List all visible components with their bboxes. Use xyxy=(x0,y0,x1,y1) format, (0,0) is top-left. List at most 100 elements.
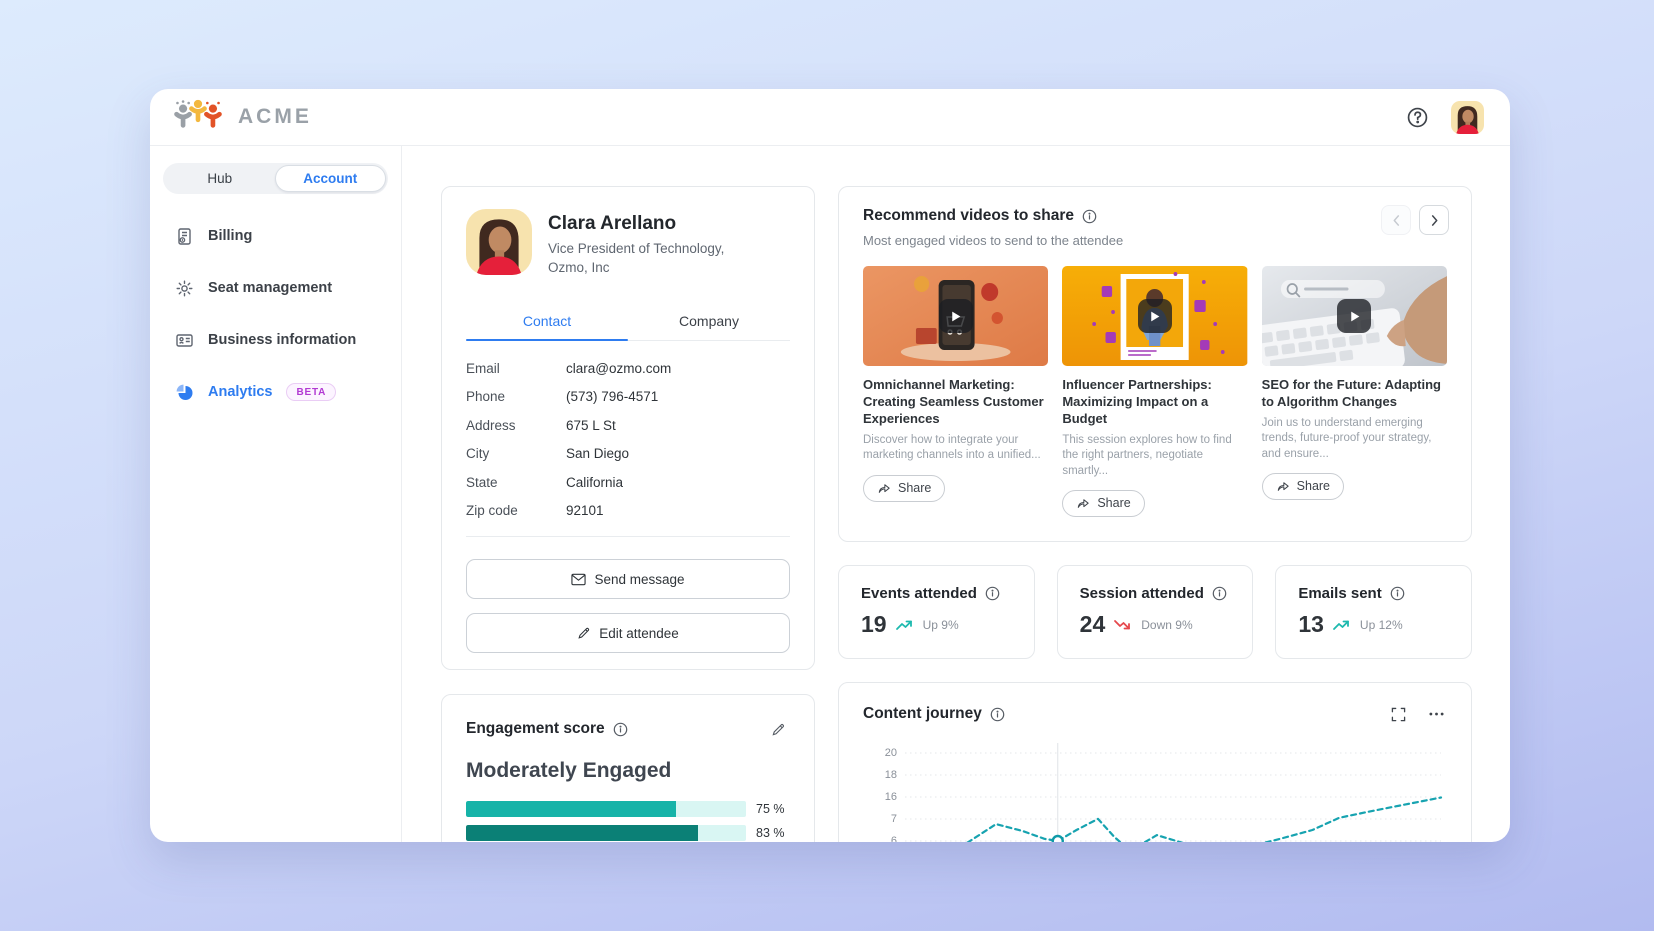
sidebar-item-label: Billing xyxy=(208,228,252,244)
tab-contact[interactable]: Contact xyxy=(466,304,628,340)
field-state: State California xyxy=(466,475,790,490)
send-message-label: Send message xyxy=(594,572,684,587)
stat-trend: Down 9% xyxy=(1141,618,1192,632)
engagement-bar-fill xyxy=(466,825,698,841)
field-zip-code: Zip code 92101 xyxy=(466,503,790,518)
tab-account[interactable]: Account xyxy=(275,165,387,192)
content-journey-card: Content journey xyxy=(838,682,1472,842)
engagement-bar-track xyxy=(466,801,746,817)
y-tick: 18 xyxy=(885,769,897,781)
pencil-icon xyxy=(577,626,591,640)
hover-point-marker[interactable] xyxy=(1053,836,1063,842)
question-circle-icon xyxy=(1407,107,1428,128)
app-window: ACME xyxy=(150,89,1510,842)
stat-label: Emails sent xyxy=(1298,585,1381,602)
carousel-next-button[interactable] xyxy=(1419,205,1449,235)
video-grid: Omnichannel Marketing: Creating Seamless… xyxy=(863,266,1447,517)
journey-title: Content journey xyxy=(863,705,982,723)
help-button[interactable] xyxy=(1401,101,1433,133)
stat-trend: Up 9% xyxy=(923,618,959,632)
video-title[interactable]: Omnichannel Marketing: Creating Seamless… xyxy=(863,377,1048,428)
user-avatar[interactable] xyxy=(1451,101,1484,134)
brand: ACME xyxy=(170,98,312,136)
sidebar-item-seat-management[interactable]: Seat management xyxy=(163,262,388,314)
sidebar: Hub Account Billing xyxy=(150,146,402,842)
share-icon xyxy=(1076,497,1090,509)
field-value: California xyxy=(566,475,623,490)
share-button[interactable]: Share xyxy=(1262,473,1344,500)
field-label: City xyxy=(466,446,566,461)
edit-attendee-label: Edit attendee xyxy=(599,626,679,641)
stat-card-emails-sent: Emails sent 13 Up 12% xyxy=(1275,565,1472,659)
sidebar-item-business-information[interactable]: Business information xyxy=(163,314,388,366)
sidebar-item-label: Analytics xyxy=(208,384,272,400)
sidebar-item-billing[interactable]: Billing xyxy=(163,210,388,262)
info-icon[interactable] xyxy=(990,707,1005,722)
send-message-button[interactable]: Send message xyxy=(466,559,790,599)
video-card: SEO for the Future: Adapting to Algorith… xyxy=(1262,266,1447,517)
trend-up-icon xyxy=(1332,618,1352,632)
videos-subtitle: Most engaged videos to send to the atten… xyxy=(863,233,1447,248)
main-content: Clara Arellano Vice President of Technol… xyxy=(402,146,1510,842)
more-options-button[interactable] xyxy=(1425,703,1447,725)
sidebar-item-analytics[interactable]: Analytics BETA xyxy=(163,366,388,418)
video-thumbnail[interactable] xyxy=(1262,266,1447,366)
ellipsis-icon xyxy=(1429,712,1444,716)
invoice-icon xyxy=(175,227,194,246)
info-icon[interactable] xyxy=(1212,586,1227,601)
share-icon xyxy=(1276,480,1290,492)
info-icon[interactable] xyxy=(1082,209,1097,224)
stat-value: 19 xyxy=(861,611,887,638)
pencil-icon xyxy=(771,722,786,737)
field-value: 92101 xyxy=(566,503,604,518)
trend-down-icon xyxy=(1113,618,1133,632)
video-description: Join us to understand emerging trends, f… xyxy=(1262,416,1447,463)
share-icon xyxy=(877,482,891,494)
video-card: Omnichannel Marketing: Creating Seamless… xyxy=(863,266,1048,517)
play-icon xyxy=(1138,299,1172,333)
attendee-title-line1: Vice President of Technology, xyxy=(548,241,724,256)
share-button[interactable]: Share xyxy=(1062,490,1144,517)
video-thumbnail[interactable] xyxy=(863,266,1048,366)
pie-chart-icon xyxy=(175,383,194,402)
avatar-image xyxy=(466,209,532,275)
video-description: This session explores how to find the ri… xyxy=(1062,433,1247,480)
edit-attendee-button[interactable]: Edit attendee xyxy=(466,613,790,653)
beta-badge: BETA xyxy=(286,383,336,401)
video-thumbnail[interactable] xyxy=(1062,266,1247,366)
content-journey-chart[interactable]: 20 18 16 7 6 5 xyxy=(863,737,1447,842)
sidebar-item-label: Business information xyxy=(208,332,356,348)
share-button[interactable]: Share xyxy=(863,475,945,502)
contact-fields: Email clara@ozmo.com Phone (573) 796-457… xyxy=(466,361,790,519)
field-email: Email clara@ozmo.com xyxy=(466,361,790,376)
engagement-bar-track xyxy=(466,825,746,841)
video-title[interactable]: Influencer Partnerships: Maximizing Impa… xyxy=(1062,377,1247,428)
tab-company[interactable]: Company xyxy=(628,304,790,340)
stat-label: Events attended xyxy=(861,585,977,602)
hub-account-switch: Hub Account xyxy=(163,163,388,194)
expand-icon xyxy=(1391,707,1406,722)
engagement-title: Engagement score xyxy=(466,720,605,738)
engagement-bar-row: 83 % xyxy=(466,825,790,841)
info-icon[interactable] xyxy=(985,586,1000,601)
sidebar-nav: Billing Seat management Business in xyxy=(163,210,388,418)
info-icon[interactable] xyxy=(1390,586,1405,601)
recommended-videos-card: Recommend videos to share Most engaged v… xyxy=(838,186,1472,542)
carousel-prev-button[interactable] xyxy=(1381,205,1411,235)
gear-icon xyxy=(175,279,194,298)
field-label: Zip code xyxy=(466,503,566,518)
field-label: Phone xyxy=(466,389,566,404)
field-value: clara@ozmo.com xyxy=(566,361,671,376)
expand-chart-button[interactable] xyxy=(1387,703,1409,725)
field-value: San Diego xyxy=(566,446,629,461)
attendee-title: Vice President of Technology, Ozmo, Inc xyxy=(548,240,724,278)
chevron-left-icon xyxy=(1392,215,1401,226)
tab-hub[interactable]: Hub xyxy=(165,165,275,192)
brand-name: ACME xyxy=(238,105,312,129)
video-title[interactable]: SEO for the Future: Adapting to Algorith… xyxy=(1262,377,1447,411)
engagement-bar-label: 75 % xyxy=(756,802,790,816)
share-label: Share xyxy=(898,481,931,495)
contact-company-tabs: Contact Company xyxy=(466,304,790,341)
edit-engagement-button[interactable] xyxy=(766,717,790,741)
info-icon[interactable] xyxy=(613,722,628,737)
